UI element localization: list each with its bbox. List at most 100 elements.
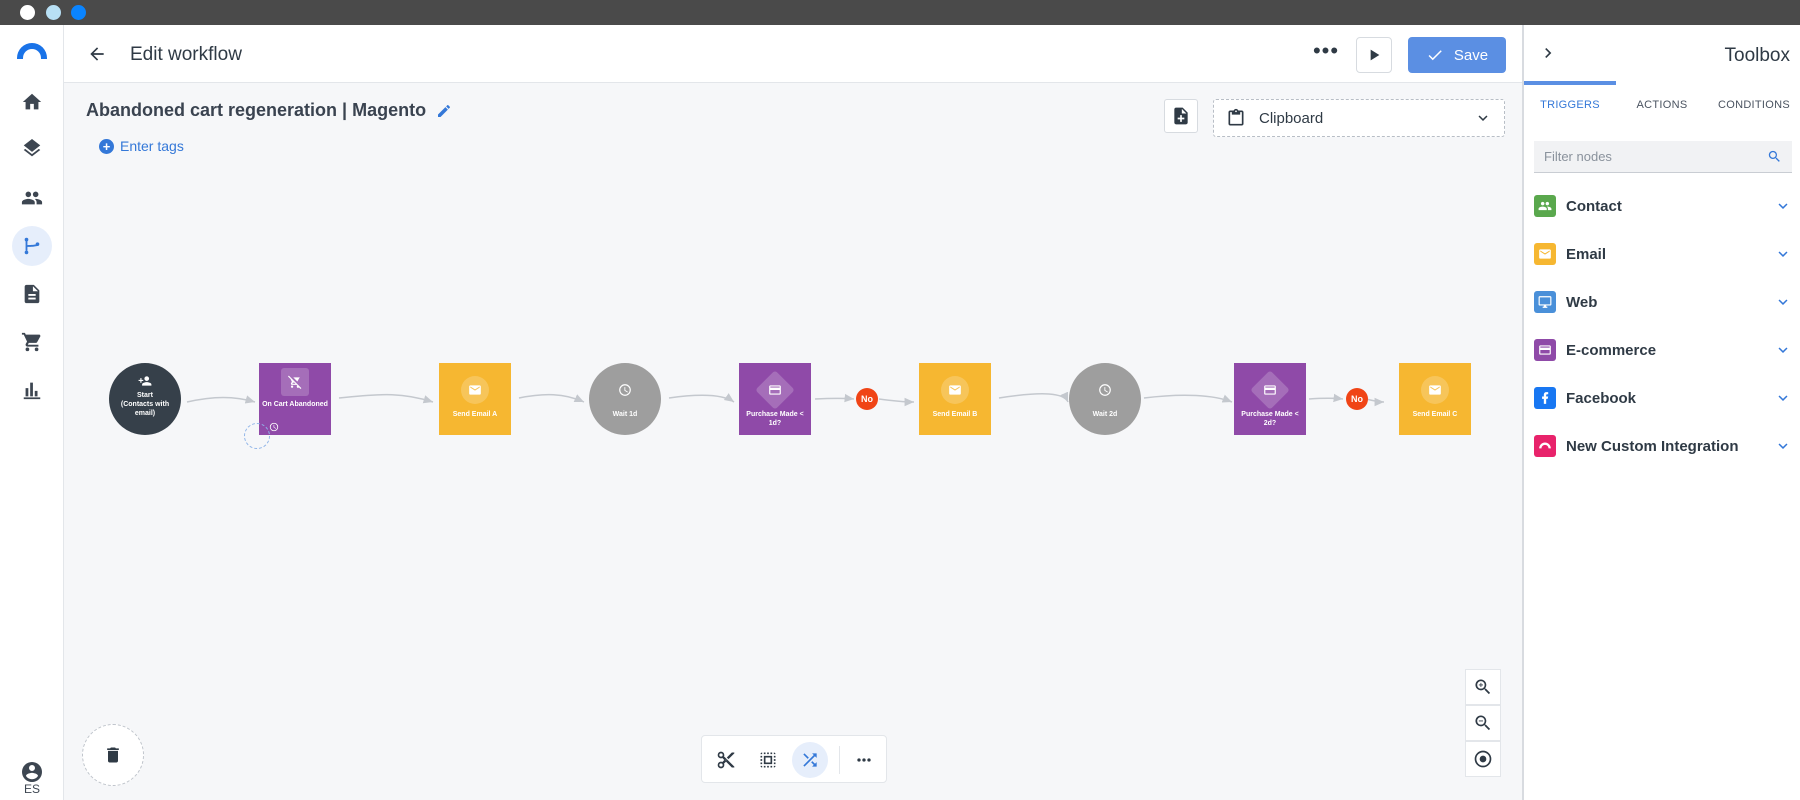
auto-layout-button[interactable] [792,742,828,778]
workflow-node-condition-1d[interactable]: Purchase Made < 1d? [739,363,811,435]
more-options-button[interactable]: ••• [1312,40,1340,69]
workflow-node-condition-2d[interactable]: Purchase Made < 2d? [1234,363,1306,435]
workflow-canvas[interactable]: Abandoned cart regeneration | Magento + … [64,83,1522,800]
play-icon [1370,49,1380,61]
nav-commerce[interactable] [12,322,52,362]
nav-workflows[interactable] [12,226,52,266]
workflow-node-wait-1d[interactable]: Wait 1d [589,363,661,435]
clock-icon [1099,384,1111,396]
category-contact[interactable]: Contact [1532,188,1794,224]
zoom-out-button[interactable] [1465,705,1501,741]
account-circle-icon [22,762,42,782]
window-title-bar [0,0,1800,25]
add-document-button[interactable] [1164,99,1198,133]
self-loop-connector[interactable] [244,423,270,449]
tab-triggers[interactable]: TRIGGERS [1524,81,1616,121]
save-button[interactable]: Save [1408,37,1506,73]
chevron-down-icon [1778,299,1788,305]
chevron-down-icon [1778,251,1788,257]
envelope-icon [949,385,961,395]
chevron-right-icon [1545,48,1552,58]
category-email[interactable]: Email [1532,236,1794,272]
add-contact-icon [138,376,152,386]
chevron-down-icon [1778,347,1788,353]
test-run-button[interactable] [1356,37,1392,73]
app-logo[interactable] [17,43,47,59]
chevron-down-icon [1778,395,1788,401]
add-circle-icon: + [99,138,114,154]
workflow-header: Edit workflow ••• Save [64,25,1522,83]
category-web[interactable]: Web [1532,284,1794,320]
category-label: Email [1566,246,1607,263]
category-new-custom-integration[interactable]: New Custom Integration [1532,428,1794,464]
center-focus-icon [1474,750,1492,768]
category-ecommerce[interactable]: E-commerce [1532,332,1794,368]
workflow-node-trigger[interactable]: On Cart Abandoned [259,363,331,435]
tab-actions[interactable]: ACTIONS [1616,81,1708,121]
clipboard-label: Clipboard [1259,110,1324,127]
credit-card-icon [1539,345,1551,355]
nav-reports[interactable] [12,370,52,410]
scissors-icon [717,751,735,769]
category-facebook[interactable]: Facebook [1532,380,1794,416]
page-title: Edit workflow [130,44,242,65]
workflow-node-wait-2d[interactable]: Wait 2d [1069,363,1141,435]
enter-tags-label: Enter tags [120,138,184,154]
trash-icon [107,747,119,763]
workflow-node-send-email-a[interactable]: Send Email A [439,363,511,435]
layers-icon [23,139,41,157]
workflow-node-label: Send Email C [1412,411,1458,418]
workflow-node-start[interactable]: Start (Contacts with email) [109,363,181,435]
window-minimize-dot[interactable] [46,5,61,20]
workflow-node-label: Send Email A [452,411,498,418]
save-button-label: Save [1453,46,1489,64]
people-icon [21,191,43,205]
nav-home[interactable] [12,82,52,122]
category-label: Contact [1566,198,1622,215]
nav-documents[interactable] [12,274,52,314]
arrow-left-icon [90,47,104,61]
clipboard-select[interactable]: Clipboard [1213,99,1505,137]
integration-icon [1539,442,1551,449]
workflow-node-send-email-c[interactable]: Send Email C [1399,363,1471,435]
filter-nodes-input[interactable] [1534,141,1754,171]
filter-nodes-field [1534,141,1792,173]
workflow-node-send-email-b[interactable]: Send Email B [919,363,991,435]
home-icon [22,93,42,110]
window-maximize-dot[interactable] [71,5,86,20]
workflow-node-label: On Cart Abandoned [262,401,328,408]
language-label[interactable]: ES [20,782,44,796]
zoom-out-icon [1475,715,1491,731]
toolbar-more-button[interactable] [846,742,882,778]
nav-layers[interactable] [12,130,52,170]
toolbox-title: Toolbox [1724,45,1791,66]
cut-button[interactable] [708,742,744,778]
chevron-down-icon [1778,203,1788,209]
left-nav-rail: ES [0,25,64,800]
enter-tags-link[interactable]: + Enter tags [99,138,184,154]
category-label: E-commerce [1566,342,1657,359]
window-close-dot[interactable] [20,5,35,20]
more-horizontal-icon [857,758,871,762]
canvas-toolbar [701,735,887,783]
branch-no-badge[interactable]: No [1346,388,1368,410]
delete-drop-zone[interactable] [82,724,144,786]
select-area-button[interactable] [750,742,786,778]
tab-conditions[interactable]: CONDITIONS [1708,81,1800,121]
edit-pencil-icon[interactable] [436,103,452,119]
back-button[interactable] [84,41,110,67]
nav-contacts[interactable] [12,178,52,218]
credit-card-icon [769,385,781,395]
category-label: Web [1566,294,1598,311]
collapse-toolbox-button[interactable] [1538,43,1558,63]
branch-no-badge[interactable]: No [856,388,878,410]
workflow-icon [24,237,40,255]
zoom-in-button[interactable] [1465,669,1501,705]
chevron-down-icon [1478,115,1488,121]
bar-chart-icon [23,382,41,400]
workflow-name: Abandoned cart regeneration | Magento [86,100,452,121]
clipboard-icon [1228,108,1244,126]
document-icon [24,284,40,304]
cart-off-icon [288,375,302,389]
fit-view-button[interactable] [1465,741,1501,777]
